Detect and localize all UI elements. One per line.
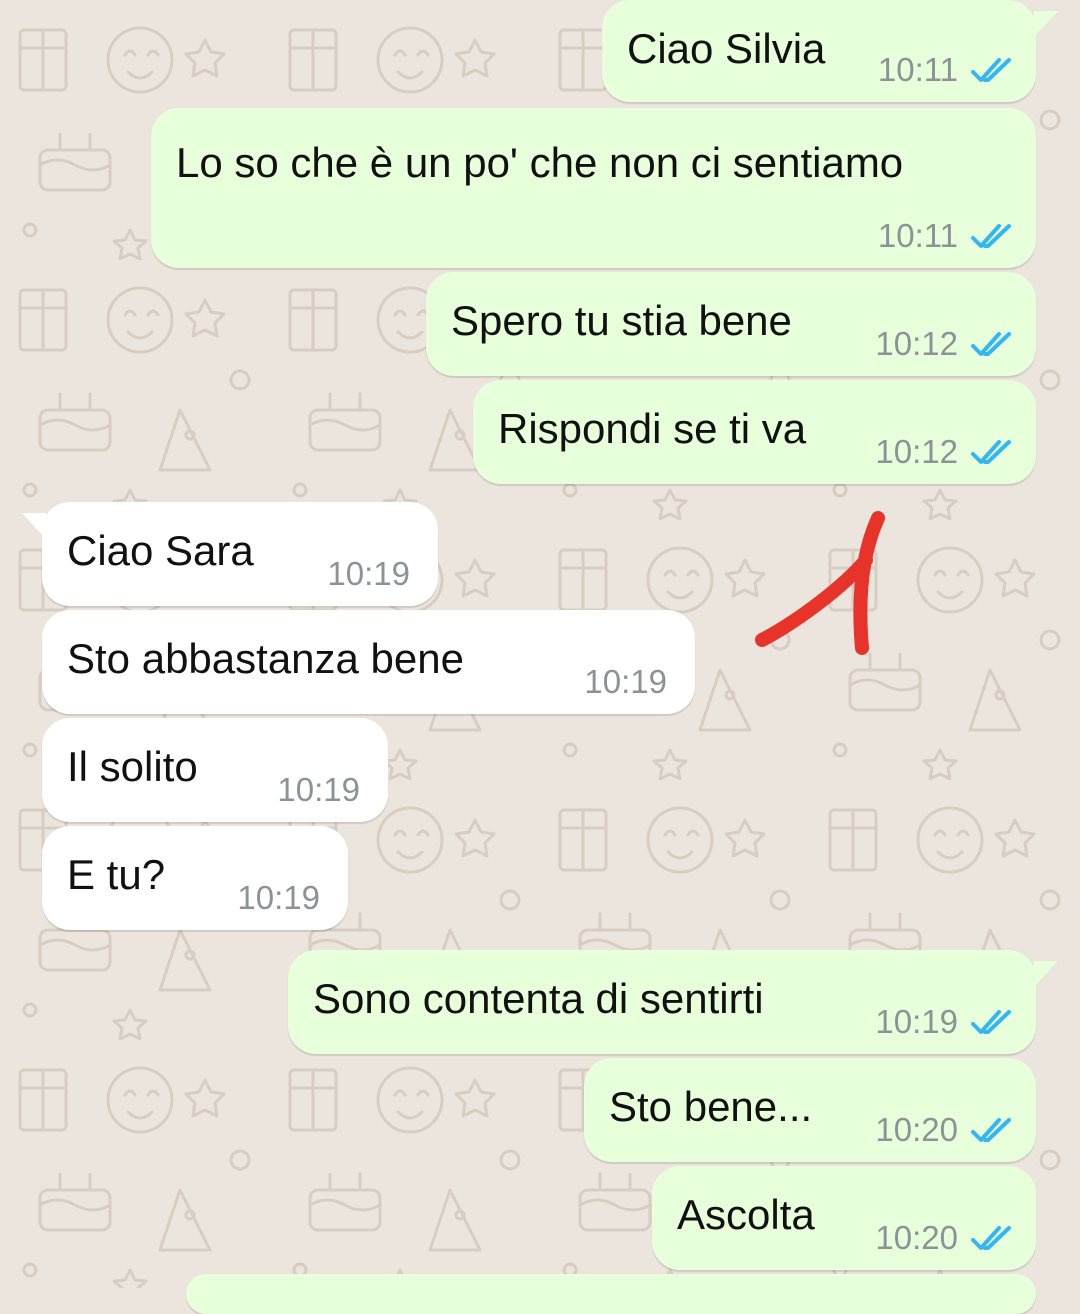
message-bubble-outgoing[interactable]: Ascolta 10:20 (652, 1166, 1036, 1270)
double-check-read-icon (971, 58, 1011, 82)
message-text: Il solito (67, 743, 198, 790)
message-meta: 10:19 (237, 880, 320, 916)
double-check-read-icon (971, 1226, 1011, 1250)
message-bubble-incoming[interactable]: E tu? 10:19 (42, 826, 348, 930)
message-meta: 10:11 (878, 218, 1014, 254)
message-meta: 10:19 (875, 1004, 1014, 1040)
double-check-read-icon (971, 1118, 1011, 1142)
message-time: 10:12 (875, 325, 958, 362)
message-time: 10:20 (875, 1219, 958, 1256)
bubble-tail (22, 502, 46, 539)
message-text: Sto abbastanza bene (67, 635, 464, 682)
message-meta: 10:19 (327, 556, 410, 592)
message-meta: 10:19 (277, 772, 360, 808)
message-bubble-incoming[interactable]: Sto abbastanza bene 10:19 (42, 610, 695, 714)
message-bubble-outgoing-partial[interactable] (186, 1274, 1036, 1314)
message-bubble-outgoing[interactable]: Sono contenta di sentirti 10:19 (288, 950, 1058, 1054)
message-bubble-outgoing[interactable]: Lo so che è un po' che non ci sentiamo 1… (151, 108, 1036, 268)
message-bubble-outgoing[interactable]: Spero tu stia bene 10:12 (426, 272, 1036, 376)
message-meta: 10:20 (875, 1112, 1014, 1148)
message-text: Ciao Sara (67, 527, 254, 574)
chat-view[interactable]: Ciao Silvia 10:11 Lo so che è un po' che… (0, 0, 1080, 1314)
message-time: 10:19 (875, 1003, 958, 1040)
message-text: E tu? (67, 851, 166, 898)
message-bubble-incoming[interactable]: Ciao Sara 10:19 (22, 502, 438, 606)
message-text: Rispondi se ti va (498, 405, 807, 452)
message-time: 10:20 (875, 1111, 958, 1148)
message-meta: 10:12 (875, 434, 1014, 470)
message-meta: 10:19 (584, 664, 667, 700)
double-check-read-icon (971, 224, 1011, 248)
message-time: 10:19 (327, 555, 410, 592)
double-check-read-icon (971, 332, 1011, 356)
message-text: Ascolta (677, 1191, 815, 1238)
message-bubble-outgoing[interactable]: Rispondi se ti va 10:12 (473, 380, 1036, 484)
message-text: Sto bene... (609, 1083, 813, 1130)
message-time: 10:11 (877, 51, 958, 88)
message-time: 10:19 (277, 771, 360, 808)
message-time: 10:12 (875, 433, 958, 470)
double-check-read-icon (971, 440, 1011, 464)
message-text: Ciao Silvia (627, 25, 826, 72)
message-time: 10:19 (237, 879, 320, 916)
message-text: Sono contenta di sentirti (313, 975, 764, 1022)
message-time: 10:19 (584, 663, 667, 700)
message-meta: 10:20 (875, 1220, 1014, 1256)
bubble-tail (1034, 950, 1058, 987)
message-bubble-incoming[interactable]: Il solito 10:19 (42, 718, 388, 822)
message-bubble-outgoing[interactable]: Sto bene... 10:20 (584, 1058, 1036, 1162)
message-text: Lo so che è un po' che non ci sentiamo (176, 139, 904, 186)
message-time: 10:11 (877, 217, 958, 254)
bubble-tail (1034, 0, 1058, 37)
message-meta: 10:11 (878, 52, 1014, 88)
message-text: Spero tu stia bene (451, 297, 792, 344)
double-check-read-icon (971, 1010, 1011, 1034)
message-meta: 10:12 (875, 326, 1014, 362)
message-bubble-outgoing[interactable]: Ciao Silvia 10:11 (602, 0, 1058, 102)
